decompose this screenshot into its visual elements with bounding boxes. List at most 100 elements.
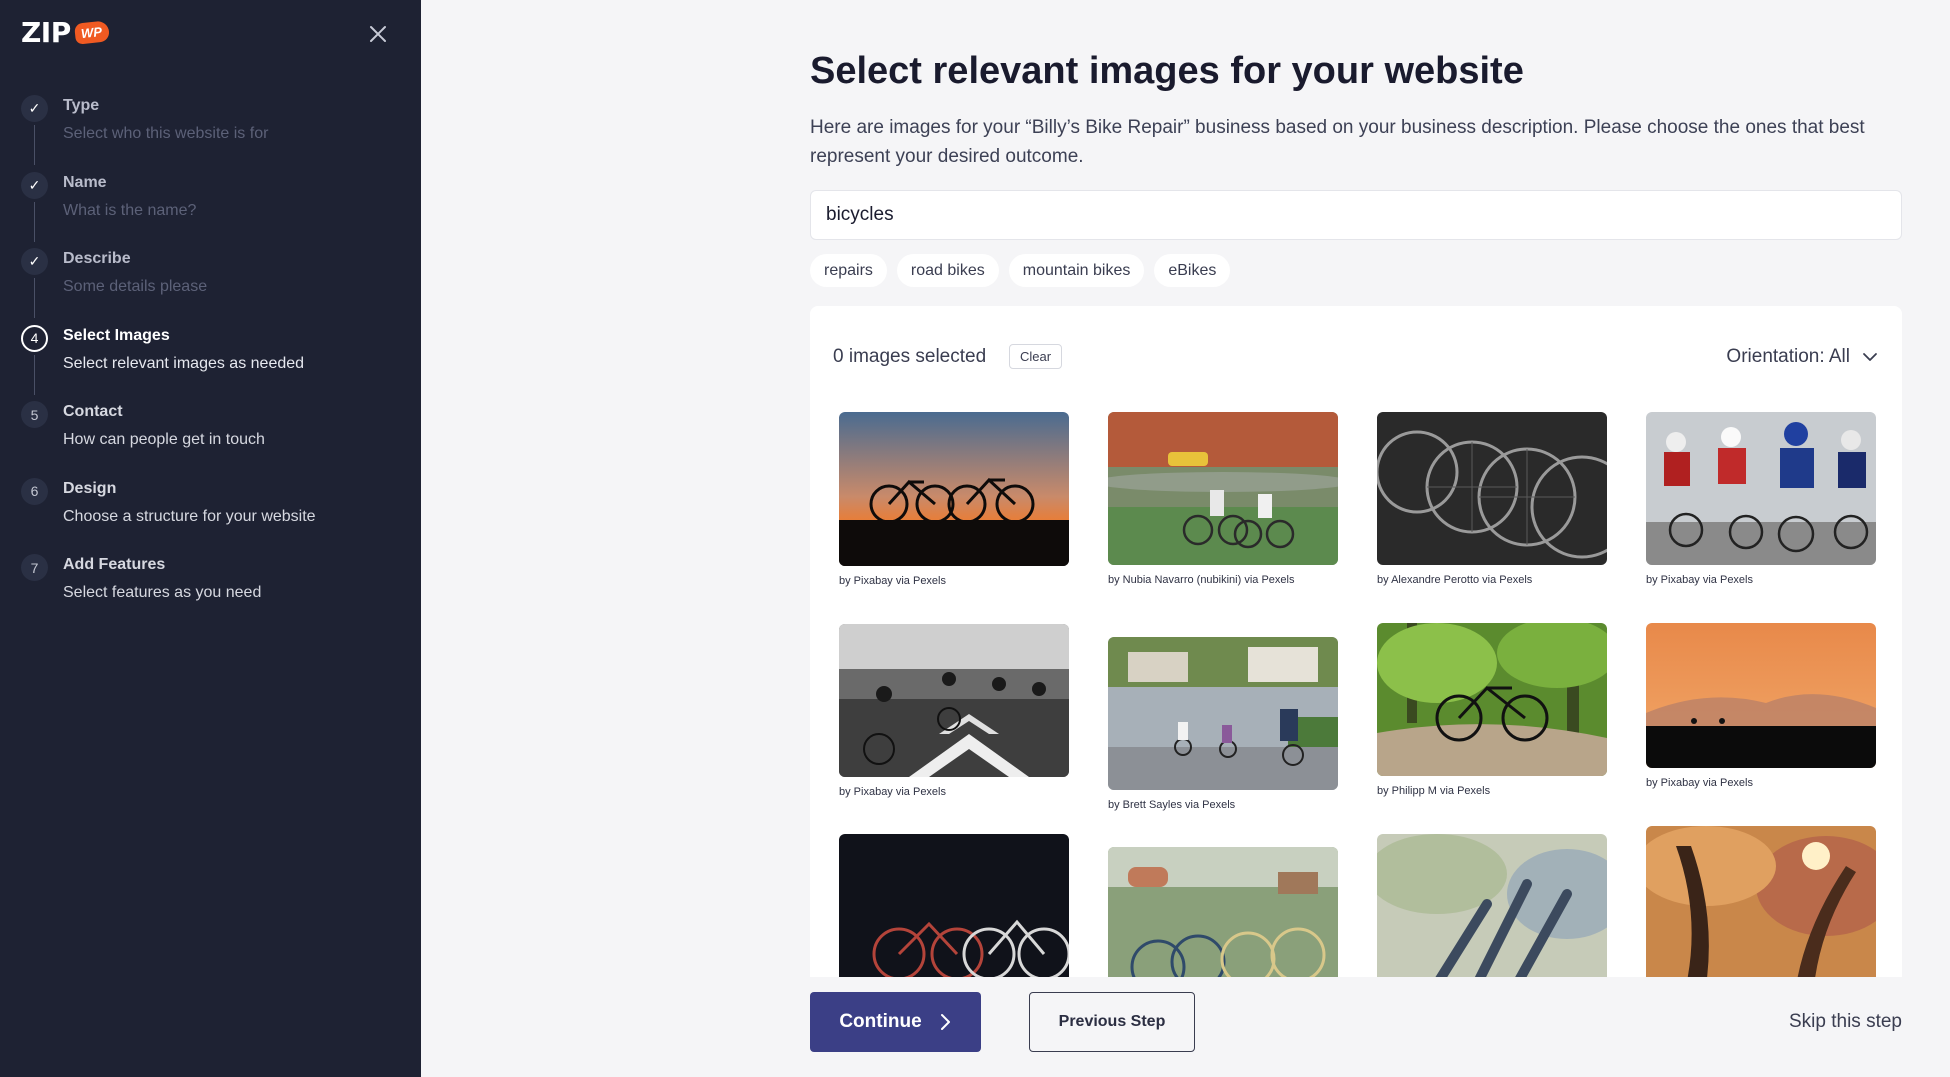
step-number: 5 [21,401,48,428]
step-description: Select relevant images as needed [63,354,305,372]
tag-ebikes[interactable]: eBikes [1154,254,1231,287]
image-card[interactable]: by Nubia Navarro (nubikini) via Pexels [1108,412,1338,587]
step-number: 7 [21,554,48,581]
check-icon: ✓ [21,95,48,122]
continue-label: Continue [839,1011,922,1032]
forest-bike-image [1377,623,1607,776]
image-thumbnail[interactable] [839,412,1069,566]
orientation-dropdown[interactable]: Orientation: All [1726,346,1878,368]
close-icon [370,26,386,42]
image-credit: by Alexandre Perotto via Pexels [1377,574,1533,586]
orientation-label: Orientation: All [1726,346,1850,367]
logo-text: ZIP [21,16,71,49]
step-number: 6 [21,477,48,505]
step-connector [34,125,35,165]
logo-badge: WP [73,20,110,45]
image-card[interactable] [1377,834,1607,977]
step-title: Design [63,479,117,497]
sidebar: ZIP WP ✓ Type Select who this website is… [0,0,421,1077]
image-thumbnail[interactable] [1377,623,1607,776]
step-design: 6 Design Choose a structure for your web… [0,468,421,545]
step-title: Add Features [63,556,166,573]
image-gallery-panel: 0 images selected Clear Orientation: All… [810,306,1902,977]
clear-selection-button[interactable]: Clear [1009,344,1063,369]
sunset-bicycles-image [839,412,1069,566]
step-title: Type [63,97,100,114]
vintage-bikes-image [839,834,1069,977]
bike-wheels-bw-image [1377,412,1607,565]
autumn-trees-image [1646,826,1876,977]
step-connector [34,278,35,318]
step-connector [34,201,35,242]
image-credit: by Philipp M via Pexels [1377,785,1491,797]
page-description: Here are images for your “Billy’s Bike R… [810,117,1865,167]
image-thumbnail[interactable] [1108,412,1338,565]
step-title: Describe [63,250,131,267]
step-description: How can people get in touch [63,431,265,448]
image-card[interactable]: by Pixabay via Pexels [839,624,1069,799]
step-describe[interactable]: ✓ Describe Some details please [0,238,421,318]
close-button[interactable] [364,20,392,48]
image-card[interactable] [1108,847,1338,977]
skip-step-link[interactable]: Skip this step [1789,1011,1902,1033]
image-card[interactable]: by Alexandre Perotto via Pexels [1377,412,1607,587]
tag-road-bikes[interactable]: road bikes [896,254,999,287]
keyword-tags: repairs road bikes mountain bikes eBikes [810,254,1231,287]
image-card[interactable]: by Pixabay via Pexels [1646,412,1876,587]
road-race-image [1646,412,1876,565]
image-search-input[interactable] [810,190,1902,240]
step-description: Choose a structure for your website [63,507,316,525]
step-description: Select features as you need [63,584,262,601]
image-credit: by Pixabay via Pexels [1646,574,1753,586]
image-thumbnail[interactable] [1377,834,1607,977]
city-cyclists-image [1108,412,1338,565]
image-card[interactable]: by Pixabay via Pexels [839,412,1069,588]
previous-step-button[interactable]: Previous Step [1029,992,1195,1052]
image-thumbnail[interactable] [1646,412,1876,565]
image-card[interactable] [839,834,1069,977]
step-description: Some details please [63,278,208,295]
image-card[interactable] [1646,826,1876,977]
image-card[interactable]: by Philipp M via Pexels [1377,623,1607,798]
image-thumbnail[interactable] [1646,826,1876,977]
continue-button[interactable]: Continue [810,992,981,1052]
image-thumbnail[interactable] [839,624,1069,777]
street-cyclists-bw-image [839,624,1069,777]
image-credit: by Pixabay via Pexels [839,575,946,587]
parked-bikes-image [1108,847,1338,977]
image-credit: by Brett Sayles via Pexels [1108,799,1236,811]
tag-mountain-bikes[interactable]: mountain bikes [1008,254,1145,287]
step-title: Select Images [63,326,170,344]
image-card[interactable]: by Brett Sayles via Pexels [1108,637,1338,812]
step-type[interactable]: ✓ Type Select who this website is for [0,85,421,165]
zipwp-logo: ZIP WP [21,16,110,49]
image-thumbnail[interactable] [1377,412,1607,565]
handlebars-image [1377,834,1607,977]
image-credit: by Pixabay via Pexels [1646,777,1753,789]
step-name[interactable]: ✓ Name What is the name? [0,162,421,242]
image-thumbnail[interactable] [1108,637,1338,790]
check-icon: ✓ [21,248,48,275]
image-card[interactable]: by Pixabay via Pexels [1646,623,1876,790]
sunset-silhouette-image [1646,623,1876,768]
step-description: Select who this website is for [63,125,269,142]
image-thumbnail[interactable] [839,834,1069,977]
image-credit: by Pixabay via Pexels [839,786,946,798]
family-riding-image [1108,637,1338,790]
image-credit: by Nubia Navarro (nubikini) via Pexels [1108,574,1295,586]
step-select-images[interactable]: 4 Select Images Select relevant images a… [0,315,421,395]
step-add-features: 7 Add Features Select features as you ne… [0,544,421,621]
tag-repairs[interactable]: repairs [810,254,887,287]
wizard-steps: ✓ Type Select who this website is for ✓ … [0,85,421,621]
image-thumbnail[interactable] [1108,847,1338,977]
chevron-right-icon [940,1014,950,1030]
step-title: Contact [63,403,123,420]
step-connector [34,354,35,395]
selected-count: 0 images selected [833,346,987,367]
step-description: What is the name? [63,201,197,219]
chevron-down-icon [1863,353,1877,361]
check-icon: ✓ [21,171,48,199]
step-title: Name [63,173,107,191]
image-thumbnail[interactable] [1646,623,1876,768]
step-number: 4 [21,324,48,352]
